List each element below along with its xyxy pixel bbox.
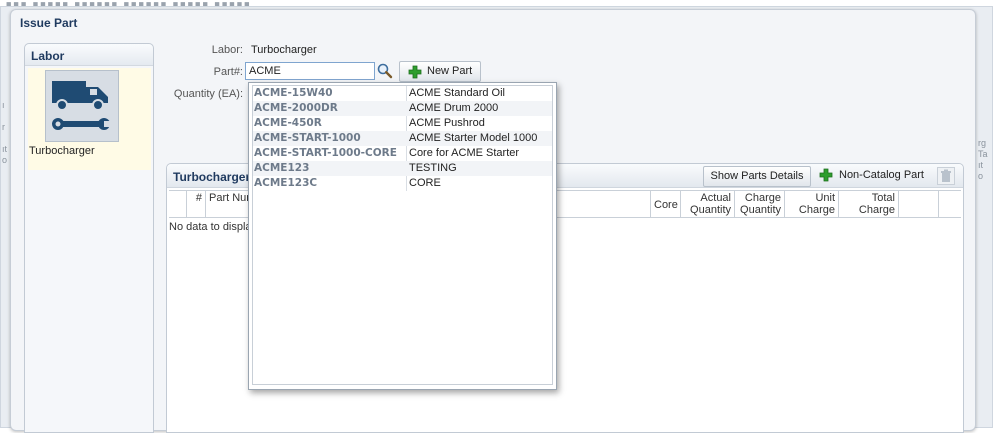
suggestion-code: ACME-450R (254, 117, 322, 129)
suggestion-item[interactable]: ACME123 TESTING (253, 161, 552, 176)
suggestion-description: Core for ACME Starter (409, 147, 520, 159)
labor-panel-heading: Labor (25, 44, 153, 66)
labor-value: Turbocharger (251, 44, 317, 56)
suggestion-item[interactable]: ACME-15W40 ACME Standard Oil (253, 86, 552, 101)
part-number-input[interactable] (245, 62, 375, 80)
suggestion-item[interactable]: ACME-START-1000 ACME Starter Model 1000 (253, 131, 552, 146)
suggestion-item[interactable]: ACME123C CORE (253, 176, 552, 191)
show-parts-details-button[interactable]: Show Parts Details (703, 166, 811, 187)
trash-icon[interactable] (937, 167, 955, 185)
suggestion-description: TESTING (409, 162, 457, 174)
new-part-label: New Part (427, 65, 473, 77)
column-select (169, 191, 187, 218)
column-core[interactable]: Core (651, 191, 681, 218)
screen: ■■■ ■■■■■ ■■■■■■ ■■■■■■ ■■■■■ ■■■■■ ı r ıt… (0, 0, 993, 433)
non-catalog-part-label: Non-Catalog Part (839, 169, 924, 181)
suggestion-description: ACME Drum 2000 (409, 102, 499, 114)
suggestion-description: ACME Standard Oil (409, 87, 505, 99)
dialog-title: Issue Part (20, 16, 78, 30)
labor-panel: Labor Turbocharger (24, 43, 154, 433)
parts-table-title: Turbocharger (173, 170, 251, 184)
suggestion-code: ACME-START-1000 (254, 132, 361, 144)
suggestion-description: CORE (409, 177, 441, 189)
background-fragment-right: rg Ta ıt o (978, 138, 988, 181)
truck-wrench-icon[interactable] (45, 70, 119, 142)
quantity-label: Quantity (EA): (173, 88, 243, 100)
column-total-charge[interactable]: Total Charge (839, 191, 899, 218)
search-icon[interactable] (376, 62, 394, 80)
suggestions-list: ACME-15W40 ACME Standard Oil ACME-2000DR… (252, 85, 553, 385)
suggestion-description: ACME Pushrod (409, 117, 485, 129)
column-unit-charge[interactable]: Unit Charge (785, 191, 839, 218)
part-suggestions-dropdown: ACME-15W40 ACME Standard Oil ACME-2000DR… (248, 82, 557, 390)
labor-label: Labor: (211, 44, 243, 56)
suggestion-item[interactable]: ACME-2000DR ACME Drum 2000 (253, 101, 552, 116)
plus-icon (819, 168, 833, 189)
suggestion-description: ACME Starter Model 1000 (409, 132, 538, 144)
plus-icon (408, 65, 422, 82)
non-catalog-part-button[interactable]: Non-Catalog Part (819, 166, 924, 187)
labor-item[interactable]: Turbocharger (28, 68, 151, 170)
column-extra (899, 191, 939, 218)
column-actual-quantity[interactable]: Actual Quantity (681, 191, 735, 218)
suggestion-code: ACME-2000DR (254, 102, 338, 114)
column-charge-quantity[interactable]: Charge Quantity (735, 191, 785, 218)
background-fragment: ı r ıt o (2, 100, 8, 165)
suggestion-item[interactable]: ACME-START-1000-CORE Core for ACME Start… (253, 146, 552, 161)
column-num[interactable]: # (187, 191, 206, 218)
suggestion-code: ACME-15W40 (254, 87, 333, 99)
suggestion-code: ACME123C (254, 177, 318, 189)
suggestion-code: ACME123 (254, 162, 310, 174)
suggestion-item[interactable]: ACME-450R ACME Pushrod (253, 116, 552, 131)
suggestion-code: ACME-START-1000-CORE (254, 147, 397, 159)
part-label: Part#: (213, 66, 243, 78)
labor-item-label: Turbocharger (29, 145, 95, 157)
new-part-button[interactable]: New Part (399, 61, 481, 82)
empty-table-message: No data to displa (169, 221, 252, 233)
